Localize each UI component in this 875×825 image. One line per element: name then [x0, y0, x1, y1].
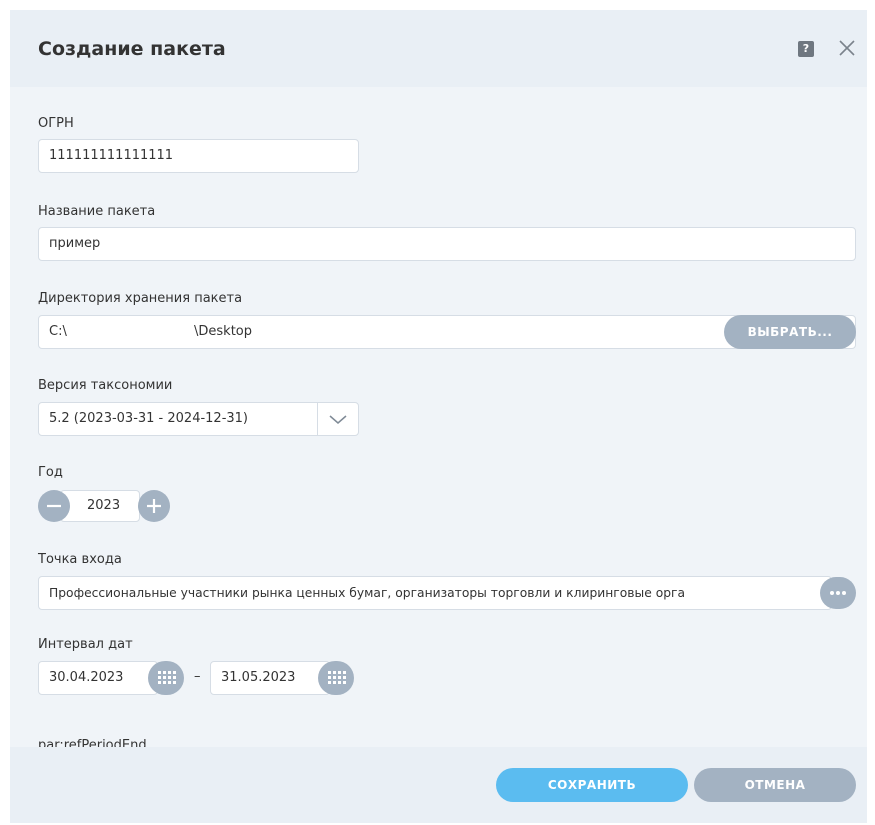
dialog-header: Создание пакета ?	[10, 10, 867, 87]
ogrn-input[interactable]: 111111111111111	[38, 139, 359, 173]
calendar-icon	[328, 671, 346, 684]
minus-icon	[47, 504, 61, 508]
more-icon	[830, 591, 846, 595]
close-icon[interactable]	[836, 37, 858, 59]
entry-point-more-button[interactable]	[820, 577, 856, 609]
date-to-calendar-button[interactable]	[318, 661, 354, 695]
directory-path-suffix: \Desktop	[194, 324, 252, 339]
save-button[interactable]: СОХРАНИТЬ	[496, 768, 688, 802]
select-directory-button[interactable]: ВЫБРАТЬ...	[724, 315, 856, 349]
period-end-label: par:refPeriodEnd	[38, 739, 147, 747]
date-range-separator: –	[194, 669, 201, 684]
plus-icon	[147, 499, 161, 513]
entry-point-label: Точка входа	[38, 552, 122, 567]
calendar-icon	[158, 671, 176, 684]
help-icon[interactable]: ?	[798, 41, 814, 57]
year-input[interactable]: 2023	[60, 490, 140, 522]
taxonomy-selected-value: 5.2 (2023-03-31 - 2024-12-31)	[49, 411, 249, 426]
date-from-input[interactable]: 30.04.2023	[38, 661, 158, 695]
package-name-input[interactable]: пример	[38, 227, 856, 261]
increment-button[interactable]	[138, 490, 170, 522]
cancel-button[interactable]: ОТМЕНА	[694, 768, 856, 802]
dialog-footer: СОХРАНИТЬ ОТМЕНА	[10, 747, 867, 823]
chevron-down-icon[interactable]	[317, 403, 358, 435]
date-range-label: Интервал дат	[38, 637, 133, 652]
year-label: Год	[38, 465, 63, 480]
package-name-label: Название пакета	[38, 204, 156, 219]
directory-label: Директория хранения пакета	[38, 291, 243, 306]
date-to-input[interactable]: 31.05.2023	[210, 661, 330, 695]
directory-path-prefix: C:\	[49, 324, 67, 339]
ogrn-label: ОГРН	[38, 116, 74, 131]
date-from-calendar-button[interactable]	[148, 661, 184, 695]
taxonomy-label: Версия таксономии	[38, 378, 173, 393]
create-package-dialog: Создание пакета ? ОГРН 111111111111111 Н…	[10, 10, 867, 823]
taxonomy-select[interactable]: 5.2 (2023-03-31 - 2024-12-31)	[38, 402, 359, 436]
entry-point-input[interactable]: Профессиональные участники рынка ценных …	[38, 576, 832, 610]
decrement-button[interactable]	[38, 490, 70, 522]
dialog-title: Создание пакета	[38, 38, 226, 60]
